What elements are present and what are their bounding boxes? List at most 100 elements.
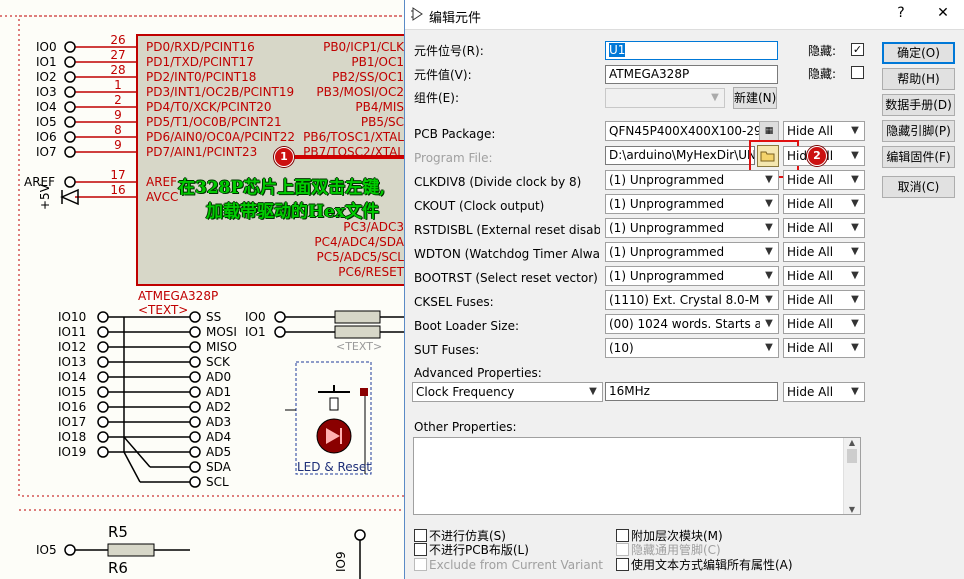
chevron-down-icon: ▼ (706, 89, 724, 107)
property-hide-select[interactable]: Hide All ▼ (783, 266, 865, 286)
property-hide-select[interactable]: Hide All ▼ (783, 290, 865, 310)
component-icon (411, 7, 423, 21)
property-hide-select[interactable]: Hide All ▼ (783, 314, 865, 334)
ref-label: 元件位号(R): (414, 44, 484, 58)
advanced-properties-label: Advanced Properties: (414, 366, 542, 380)
package-browse-icon[interactable]: ▦ (759, 121, 779, 141)
advanced-property-select[interactable]: Clock Frequency ▼ (412, 382, 603, 402)
pin-number: 8 (114, 123, 122, 137)
option-checkbox-label: 使用文本方式编辑所有属性(A) (631, 558, 793, 572)
option-checkbox[interactable] (616, 529, 629, 542)
textarea-scrollbar[interactable]: ▲ ▼ (843, 438, 860, 514)
option-checkbox-label: Exclude from Current Variant (429, 558, 604, 572)
r6-label: R6 (108, 559, 128, 577)
property-label: BOOTRST (Select reset vector) (414, 271, 598, 285)
property-hide-select[interactable]: Hide All ▼ (783, 194, 865, 214)
chevron-down-icon: ▼ (760, 315, 778, 333)
help-button[interactable]: 帮助(H) (882, 68, 955, 90)
chevron-down-icon: ▼ (846, 147, 864, 165)
property-hide-select[interactable]: Hide All ▼ (783, 218, 865, 238)
other-properties-textarea[interactable]: ▲ ▼ (413, 437, 861, 515)
property-value-select[interactable]: (1) Unprogrammed ▼ (605, 170, 779, 190)
option-checkbox[interactable] (414, 529, 427, 542)
hide-pins-button[interactable]: 隐藏引脚(P) (882, 120, 955, 142)
pcb-package-select[interactable]: QFN45P400X400X100-29▼ (605, 121, 779, 141)
option-checkbox-label: 附加层次模块(M) (631, 529, 723, 543)
pin-name-aref: AREF (146, 175, 178, 189)
property-value-select[interactable]: (1) Unprogrammed ▼ (605, 194, 779, 214)
chevron-down-icon: ▼ (846, 315, 864, 333)
pin-name: PB3/MOSI/OC2 (316, 85, 404, 99)
net-label: IO1 (36, 55, 57, 69)
pin-name: PD6/AIN0/OC0A/PCINT22 (146, 130, 295, 144)
chevron-down-icon: ▼ (846, 243, 864, 261)
value-input[interactable]: ATMEGA328P (605, 65, 778, 84)
property-hide-select[interactable]: Hide All ▼ (783, 170, 865, 190)
net-label: IO5 (36, 115, 57, 129)
group-select[interactable]: ▼ (605, 88, 725, 108)
pin-name: PB2/SS/OC1 (332, 70, 404, 84)
net-label: IO16 (58, 400, 87, 414)
pin-number: 26 (110, 33, 126, 47)
net-label: IO4 (36, 100, 57, 114)
property-value-select[interactable]: (1) Unprogrammed ▼ (605, 218, 779, 238)
pin-name: PD7/AIN1/PCINT23 (146, 145, 258, 159)
property-hide-select[interactable]: Hide All ▼ (783, 338, 865, 358)
property-hide-select[interactable]: Hide All ▼ (783, 242, 865, 262)
program-file-input[interactable]: D:\arduino\MyHexDir\UNOm (605, 146, 755, 165)
connector-pin-label: AD4 (206, 430, 232, 444)
net-label: IO13 (58, 355, 87, 369)
property-value-select[interactable]: (1110) Ext. Crystal 8.0-MHz ▼ (605, 290, 779, 310)
net-label-io0: IO0 (245, 310, 266, 324)
led-reset-label: LED & Reset (297, 460, 372, 474)
connector-pin-label: MOSI (206, 325, 237, 339)
pin-number: 28 (110, 63, 126, 77)
resistor-text: <TEXT> (336, 340, 383, 353)
advanced-hide-select[interactable]: Hide All ▼ (783, 382, 865, 402)
option-checkbox[interactable] (616, 558, 629, 571)
option-checkbox (616, 543, 629, 556)
pin-name: PB0/ICP1/CLK (323, 40, 404, 54)
advanced-property-value-input[interactable]: 16MHz (605, 382, 778, 401)
property-value-select[interactable]: (10) ▼ (605, 338, 779, 358)
dialog-titlebar[interactable]: 编辑元件 ? ✕ (405, 0, 964, 30)
net-label: IO3 (36, 85, 57, 99)
pin-number: 2 (114, 93, 122, 107)
property-value-select[interactable]: (00) 1024 words. Starts at 0x1C00▼ (605, 314, 779, 334)
net-label: IO14 (58, 370, 87, 384)
property-label: SUT Fuses: (414, 343, 480, 357)
close-icon[interactable]: ✕ (933, 5, 953, 21)
pin-name: PD2/INT0/PCINT18 (146, 70, 257, 84)
pin-number: 9 (114, 108, 122, 122)
pin-name: PD0/RXD/PCINT16 (146, 40, 255, 54)
new-button[interactable]: 新建(N) (733, 87, 777, 109)
chevron-down-icon: ▼ (846, 171, 864, 189)
edit-component-dialog: 编辑元件 ? ✕ 元件位号(R): U1 隐藏: ✓ 元件值(V): ATMEG… (404, 0, 964, 579)
ref-hidden-checkbox[interactable]: ✓ (851, 43, 864, 56)
step-badge-2: 2 (807, 146, 827, 166)
datasheet-button[interactable]: 数据手册(D) (882, 94, 955, 116)
connector-pin-label: AD1 (206, 385, 232, 399)
chevron-down-icon: ▼ (846, 383, 864, 401)
schematic-canvas[interactable]: IO0 26 PD0/RXD/PCINT16 IO1 27 PD1/TXD/PCINT17… (0, 0, 404, 579)
property-value-select[interactable]: (1) Unprogrammed ▼ (605, 266, 779, 286)
net-label: IO17 (58, 415, 87, 429)
ok-button[interactable]: 确定(O) (882, 42, 955, 64)
net-label-io9: IO9 (334, 551, 348, 572)
pin-name: PC5/ADC5/SCL (316, 250, 404, 264)
pin-number: 1 (114, 78, 122, 92)
connector-pin-label: AD2 (206, 400, 232, 414)
property-value-select[interactable]: (1) Unprogrammed ▼ (605, 242, 779, 262)
property-label: CKOUT (Clock output) (414, 199, 545, 213)
value-hidden-checkbox[interactable] (851, 66, 864, 79)
ref-input[interactable]: U1 (605, 41, 778, 60)
pcb-hide-select[interactable]: Hide All ▼ (783, 121, 865, 141)
net-label: IO7 (36, 145, 57, 159)
option-checkbox[interactable] (414, 543, 427, 556)
pin-number: 27 (110, 48, 126, 62)
open-folder-icon[interactable] (757, 145, 779, 167)
cancel-button[interactable]: 取消(C) (882, 176, 955, 198)
edit-firmware-button[interactable]: 编辑固件(F) (882, 146, 955, 168)
pcb-package-label: PCB Package: (414, 127, 496, 141)
help-icon[interactable]: ? (891, 5, 911, 21)
